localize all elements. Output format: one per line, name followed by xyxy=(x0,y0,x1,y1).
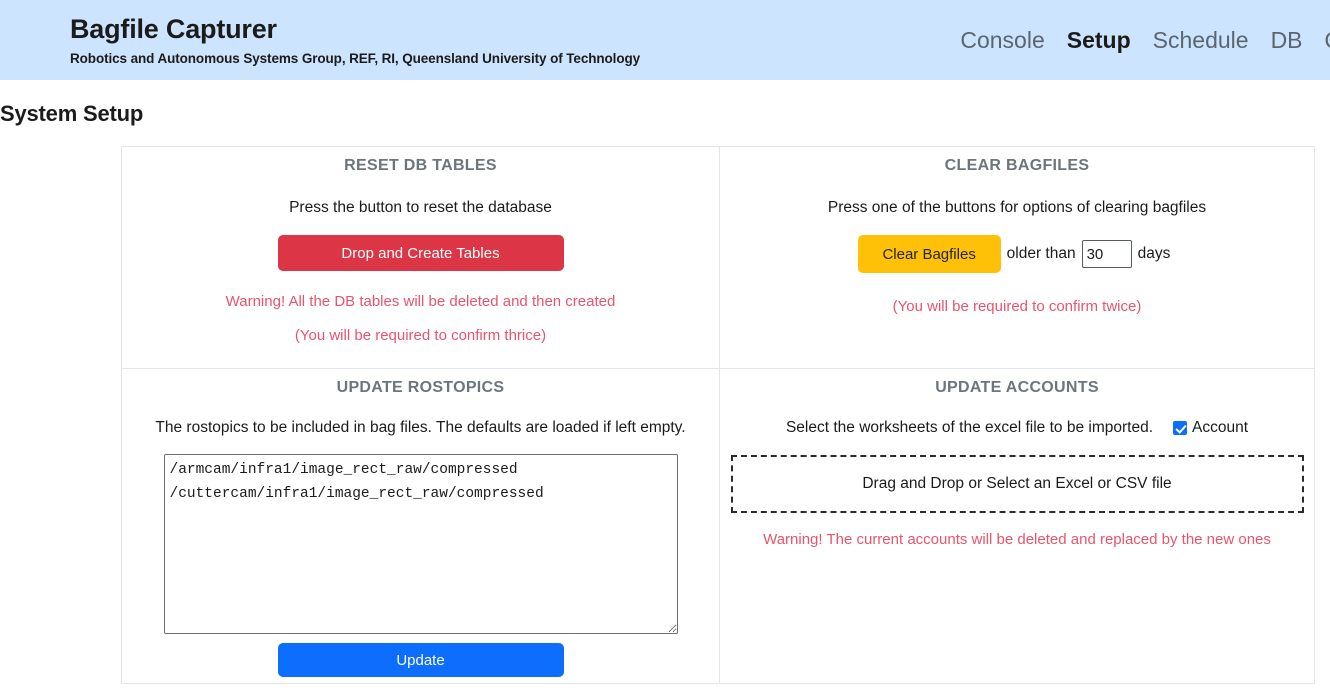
setup-panel-grid: RESET DB TABLES Press the button to rese… xyxy=(121,146,1315,684)
panel-update-accounts-description: Select the worksheets of the excel file … xyxy=(785,419,1153,436)
clear-bagfiles-button[interactable]: Clear Bagfiles xyxy=(857,235,1001,273)
panel-clear-bagfiles-description: Press one of the buttons for options of … xyxy=(827,199,1207,216)
days-label: days xyxy=(1137,245,1171,262)
brand-subtitle: Robotics and Autonomous Systems Group, R… xyxy=(70,51,641,67)
nav-item-schedule[interactable]: Schedule xyxy=(1153,28,1249,52)
nav-item-queue[interactable]: Que xyxy=(1325,28,1330,52)
nav-item-console[interactable]: Console xyxy=(960,28,1044,52)
nav-item-db[interactable]: DB xyxy=(1271,28,1303,52)
rostopics-textarea[interactable]: /armcam/infra1/image_rect_raw/compressed… xyxy=(163,454,678,634)
older-than-label: older than xyxy=(1006,245,1076,262)
panel-reset-db-heading: RESET DB TABLES xyxy=(344,157,497,174)
update-accounts-controls-row: Select the worksheets of the excel file … xyxy=(720,419,1314,437)
update-rostopics-button[interactable]: Update xyxy=(277,643,564,677)
account-checkbox-label[interactable]: Account xyxy=(1192,419,1248,437)
reset-db-warning-line-1: Warning! All the DB tables will be delet… xyxy=(225,293,616,310)
panel-update-rostopics-heading: UPDATE ROSTOPICS xyxy=(336,379,505,396)
file-dropzone-label: Drag and Drop or Select an Excel or CSV … xyxy=(862,475,1172,492)
reset-db-warning-line-2: (You will be required to confirm thrice) xyxy=(294,327,547,344)
main-nav: Console Setup Schedule DB Que xyxy=(960,28,1330,52)
clear-bagfiles-warning: (You will be required to confirm twice) xyxy=(892,298,1142,315)
account-checkbox-wrapper[interactable]: Account xyxy=(1173,419,1248,437)
days-input[interactable] xyxy=(1081,240,1132,268)
panel-update-accounts-heading: UPDATE ACCOUNTS xyxy=(935,379,1099,396)
panel-update-rostopics: UPDATE ROSTOPICS The rostopics to be inc… xyxy=(122,369,720,683)
brand-title: Bagfile Capturer xyxy=(70,13,277,44)
panel-clear-bagfiles: CLEAR BAGFILES Press one of the buttons … xyxy=(720,147,1314,369)
panel-update-accounts: UPDATE ACCOUNTS Select the worksheets of… xyxy=(720,369,1314,683)
panel-update-rostopics-description: The rostopics to be included in bag file… xyxy=(155,419,686,436)
panel-reset-db-description: Press the button to reset the database xyxy=(289,199,552,216)
clear-bagfiles-controls-row: Clear Bagfiles older than days xyxy=(720,235,1314,273)
account-checkbox[interactable] xyxy=(1173,421,1187,435)
update-accounts-warning: Warning! The current accounts will be de… xyxy=(763,531,1271,548)
brand: Bagfile Capturer Robotics and Autonomous… xyxy=(70,14,640,66)
panel-reset-db-tables: RESET DB TABLES Press the button to rese… xyxy=(122,147,720,369)
site-header: Bagfile Capturer Robotics and Autonomous… xyxy=(0,0,1330,80)
panel-clear-bagfiles-heading: CLEAR BAGFILES xyxy=(944,157,1090,174)
page-title: System Setup xyxy=(0,101,144,126)
drop-and-create-tables-button[interactable]: Drop and Create Tables xyxy=(277,235,564,271)
nav-item-setup[interactable]: Setup xyxy=(1067,28,1131,52)
file-dropzone[interactable]: Drag and Drop or Select an Excel or CSV … xyxy=(730,455,1304,513)
